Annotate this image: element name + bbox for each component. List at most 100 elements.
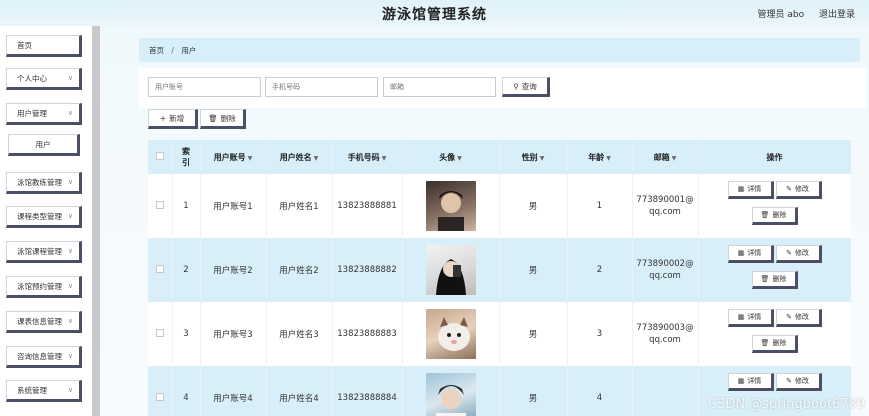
pencil-icon: ✎ <box>786 249 792 257</box>
sidebar-item-label: 用户管理 <box>17 108 47 118</box>
sidebar: 首页 个人中心 ∨ 用户管理 ∨ 用户 泳馆教练管理 ∨ 课程类型管理 ∨ 泳馆… <box>0 26 100 416</box>
cell-avatar <box>402 302 500 366</box>
row-checkbox-cell[interactable] <box>148 174 173 238</box>
cell-phone: 13823888881 <box>332 174 403 238</box>
search-bar: ⚲ 查询 <box>139 68 866 108</box>
chevron-down-icon: ∨ <box>67 386 73 394</box>
csdn-watermark: CSDN @springboot6789 <box>707 397 865 412</box>
sidebar-item-schedule-management[interactable]: 课表信息管理 ∨ <box>6 311 82 333</box>
sort-icon[interactable]: ▼ <box>672 155 677 162</box>
cell-ops: ▦ 详情 ✎ 修改 🗑 删除 <box>698 302 851 366</box>
col-gender[interactable]: 性别 ▼ <box>499 140 568 174</box>
col-account[interactable]: 用户账号 ▼ <box>200 140 267 174</box>
chevron-down-icon: ∨ <box>67 74 73 82</box>
cell-age: 4 <box>567 366 633 416</box>
sort-icon[interactable]: ▼ <box>606 155 611 162</box>
edit-button[interactable]: ✎ 修改 <box>775 373 822 391</box>
breadcrumb-separator: / <box>171 46 174 55</box>
sort-icon[interactable]: ▼ <box>540 155 545 162</box>
avatar-person-icon <box>437 191 464 231</box>
document-icon: ▦ <box>737 185 745 193</box>
select-all-checkbox[interactable] <box>155 152 164 160</box>
breadcrumb-home[interactable]: 首页 <box>149 46 164 55</box>
row-checkbox[interactable] <box>155 264 164 273</box>
sidebar-item-users[interactable]: 用户 <box>8 134 80 156</box>
cell-name: 用户姓名1 <box>266 174 333 238</box>
cell-phone: 13823888882 <box>332 238 403 302</box>
edit-button[interactable]: ✎ 修改 <box>775 245 822 263</box>
cell-email: 773890001@ qq.com <box>632 174 699 238</box>
avatar-cat-icon <box>437 317 470 351</box>
trash-icon: 🗑 <box>760 339 770 347</box>
sidebar-item-inquiry-management[interactable]: 咨询信息管理 ∨ <box>6 346 82 368</box>
cell-email: 773890002@ qq.com <box>632 238 699 302</box>
header-user-area: 管理员 abo 退出登录 <box>746 7 856 20</box>
query-button-label: 查询 <box>521 81 537 91</box>
sidebar-scrollbar[interactable] <box>92 26 100 416</box>
cell-email: 773890003@ qq.com <box>632 302 699 366</box>
detail-button[interactable]: ▦ 详情 <box>727 181 774 199</box>
sidebar-item-personal-center[interactable]: 个人中心 ∨ <box>6 68 82 90</box>
cell-avatar <box>402 174 500 238</box>
user-avatar <box>425 373 476 416</box>
col-name[interactable]: 用户姓名 ▼ <box>266 140 333 174</box>
cell-name: 用户姓名3 <box>266 302 333 366</box>
trash-icon: 🗑 <box>760 275 770 283</box>
batch-delete-button[interactable]: 🗑 删除 <box>200 109 246 129</box>
col-age[interactable]: 年龄 ▼ <box>567 140 633 174</box>
row-checkbox-cell[interactable] <box>148 238 173 302</box>
trash-icon: 🗑 <box>760 211 770 219</box>
cell-account: 用户账号1 <box>200 174 267 238</box>
col-phone[interactable]: 手机号码 ▼ <box>332 140 403 174</box>
row-checkbox-cell[interactable] <box>148 302 173 366</box>
sidebar-item-label: 个人中心 <box>17 73 47 83</box>
add-button[interactable]: + 新增 <box>148 109 198 129</box>
sidebar-item-course-management[interactable]: 泳馆课程管理 ∨ <box>6 241 82 263</box>
cell-account: 用户账号4 <box>200 366 267 416</box>
edit-button[interactable]: ✎ 修改 <box>775 181 822 199</box>
phone-search-input[interactable] <box>265 77 378 97</box>
delete-button[interactable]: 🗑 删除 <box>751 271 798 289</box>
row-checkbox-cell[interactable] <box>148 366 173 416</box>
row-checkbox[interactable] <box>155 328 164 337</box>
email-search-input[interactable] <box>383 77 496 97</box>
search-icon: ⚲ <box>513 81 519 91</box>
sidebar-item-label: 首页 <box>17 40 32 50</box>
account-search-input[interactable] <box>148 77 261 97</box>
row-checkbox[interactable] <box>155 392 164 401</box>
sidebar-item-home[interactable]: 首页 <box>6 35 82 57</box>
chevron-down-icon: ∨ <box>67 352 73 360</box>
top-header: 游泳馆管理系统 管理员 abo 退出登录 <box>0 0 869 26</box>
cell-age: 2 <box>567 238 633 302</box>
cell-gender: 男 <box>499 366 568 416</box>
detail-button[interactable]: ▦ 详情 <box>727 309 774 327</box>
user-avatar <box>425 309 476 359</box>
query-button[interactable]: ⚲ 查询 <box>502 77 550 97</box>
edit-button[interactable]: ✎ 修改 <box>775 309 822 327</box>
sidebar-item-system-management[interactable]: 系统管理 ∨ <box>6 380 82 402</box>
delete-button[interactable]: 🗑 删除 <box>751 207 798 225</box>
sidebar-item-label: 泳馆教练管理 <box>17 177 62 187</box>
pencil-icon: ✎ <box>786 313 792 321</box>
detail-button[interactable]: ▦ 详情 <box>727 245 774 263</box>
detail-button[interactable]: ▦ 详情 <box>727 373 774 391</box>
cell-ops: ▦ 详情 ✎ 修改 🗑 删除 <box>698 174 851 238</box>
sidebar-item-course-type-management[interactable]: 课程类型管理 ∨ <box>6 206 82 228</box>
add-button-label: 新增 <box>169 113 185 123</box>
col-avatar[interactable]: 头像 ▼ <box>402 140 500 174</box>
select-all-cell[interactable] <box>148 140 173 174</box>
logout-link[interactable]: 退出登录 <box>819 10 855 20</box>
sort-icon[interactable]: ▼ <box>457 155 462 162</box>
sidebar-item-label: 咨询信息管理 <box>17 351 62 361</box>
pencil-icon: ✎ <box>786 377 792 385</box>
sidebar-item-coach-management[interactable]: 泳馆教练管理 ∨ <box>6 172 82 194</box>
sidebar-item-user-management[interactable]: 用户管理 ∨ <box>6 103 82 125</box>
cell-index: 4 <box>172 366 201 416</box>
sort-icon[interactable]: ▼ <box>248 155 253 162</box>
row-checkbox[interactable] <box>155 200 164 209</box>
delete-button[interactable]: 🗑 删除 <box>751 335 798 353</box>
col-email[interactable]: 邮箱 ▼ <box>632 140 699 174</box>
sort-icon[interactable]: ▼ <box>382 155 387 162</box>
sidebar-item-booking-management[interactable]: 泳馆预约管理 ∨ <box>6 276 82 298</box>
sort-icon[interactable]: ▼ <box>314 155 319 162</box>
